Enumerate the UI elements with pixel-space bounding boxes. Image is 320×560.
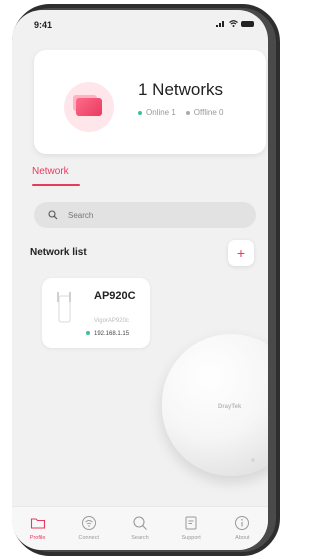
battery-icon [241, 20, 254, 27]
network-folder-icon [64, 82, 114, 132]
online-dot-icon [138, 110, 142, 115]
network-status-row: Online 1 Offline 0 [138, 108, 223, 117]
nav-about-label: About [235, 535, 250, 541]
wifi-icon [81, 516, 96, 530]
app-screen: 9:41 1 Networks Online 1 Offline 0 Netwo… [12, 10, 268, 550]
device-card[interactable]: AP920C VigorAP920c 192.168.1.15 [42, 278, 150, 348]
search-bar[interactable] [34, 202, 256, 228]
search-icon [48, 210, 58, 220]
wifi-status-icon [229, 20, 238, 27]
search-input[interactable] [66, 209, 240, 221]
device-ip: 192.168.1.15 [86, 331, 129, 337]
info-icon [235, 516, 250, 530]
add-network-button[interactable]: + [228, 240, 254, 266]
status-icons [216, 20, 254, 27]
nav-about[interactable]: About [219, 515, 265, 541]
nav-profile[interactable]: Profile [15, 515, 61, 541]
offline-dot-icon [185, 110, 190, 115]
document-icon [185, 516, 197, 530]
hero-led-indicator [251, 458, 255, 462]
nav-connect[interactable]: Connect [66, 515, 112, 541]
tab-network[interactable]: Network [32, 166, 69, 177]
tab-active-indicator [32, 184, 80, 186]
network-list-title: Network list [30, 247, 87, 258]
nav-search[interactable]: Search [117, 515, 163, 541]
access-point-thumbnail-icon [57, 292, 71, 323]
network-summary-card[interactable]: 1 Networks Online 1 Offline 0 [34, 50, 266, 154]
bottom-navigation: Profile Connect Search Support About [12, 506, 268, 550]
nav-support[interactable]: Support [168, 515, 214, 541]
device-name: AP920C [94, 290, 136, 302]
device-online-dot-icon [86, 331, 90, 336]
folder-icon [30, 518, 45, 529]
device-model: VigorAP920c [94, 318, 129, 324]
nav-support-label: Support [181, 535, 201, 541]
offline-status: Offline 0 [185, 108, 223, 117]
nav-search-label: Search [131, 535, 149, 541]
search-nav-icon [133, 516, 147, 530]
access-point-hero-image [162, 334, 268, 476]
online-status: Online 1 [138, 108, 176, 117]
nav-profile-label: Profile [29, 535, 46, 541]
status-time: 9:41 [34, 20, 53, 30]
network-count-title: 1 Networks [138, 80, 224, 99]
nav-connect-label: Connect [78, 535, 100, 541]
signal-icon [216, 21, 224, 27]
hero-brand-logo: DrayTek [218, 404, 242, 410]
